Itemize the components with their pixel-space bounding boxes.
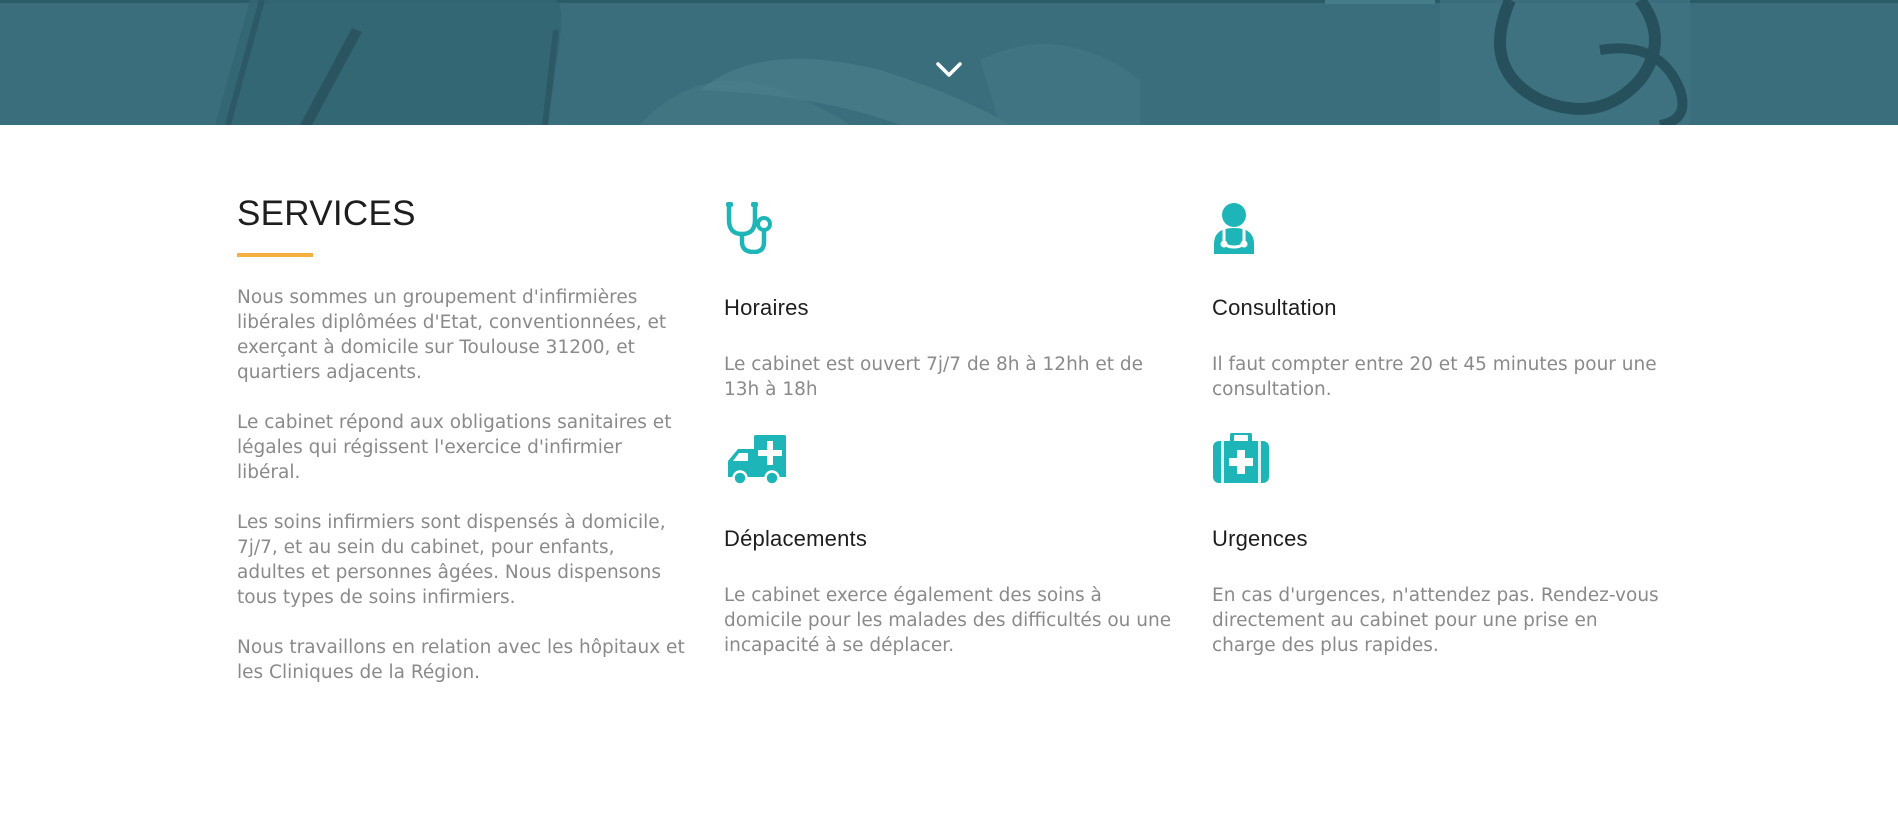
feature-text: Le cabinet exerce également des soins à … [724, 585, 1172, 656]
feature-text: Il faut compter entre 20 et 45 minutes p… [1212, 354, 1657, 400]
services-section: SERVICES Nous sommes un groupement d'inf… [0, 125, 1898, 840]
feature-deplacements: Déplacements Le cabinet exerce également… [724, 433, 1174, 658]
hero-banner [0, 0, 1898, 125]
feature-urgences: Urgences En cas d'urgences, n'attendez p… [1212, 433, 1662, 658]
intro-paragraph: Nous travaillons en relation avec les hô… [237, 637, 685, 683]
intro-paragraph: Le cabinet répond aux obligations sanita… [237, 412, 672, 483]
doctor-icon [1214, 203, 1254, 254]
stethoscope-icon [726, 202, 772, 254]
title-underline [237, 253, 313, 257]
chevron-down-icon [936, 62, 962, 77]
ambulance-icon [728, 435, 786, 485]
intro-paragraph: Nous sommes un groupement d'infirmières … [237, 287, 667, 383]
feature-text: En cas d'urgences, n'attendez pas. Rende… [1212, 585, 1659, 656]
feature-consultation: Consultation Il faut compter entre 20 et… [1212, 202, 1662, 402]
feature-horaires: Horaires Le cabinet est ouvert 7j/7 de 8… [724, 202, 1174, 402]
feature-title: Consultation [1212, 295, 1337, 320]
feature-title: Horaires [724, 295, 809, 320]
section-title: SERVICES [237, 194, 416, 233]
intro-paragraph: Les soins infirmiers sont dispensés à do… [237, 512, 666, 608]
services-intro: SERVICES Nous sommes un groupement d'inf… [237, 193, 687, 710]
feature-title: Urgences [1212, 526, 1308, 551]
feature-text: Le cabinet est ouvert 7j/7 de 8h à 12hh … [724, 354, 1144, 400]
medical-kit-icon [1213, 433, 1269, 483]
feature-title: Déplacements [724, 526, 868, 551]
scroll-down-button[interactable] [929, 55, 969, 85]
